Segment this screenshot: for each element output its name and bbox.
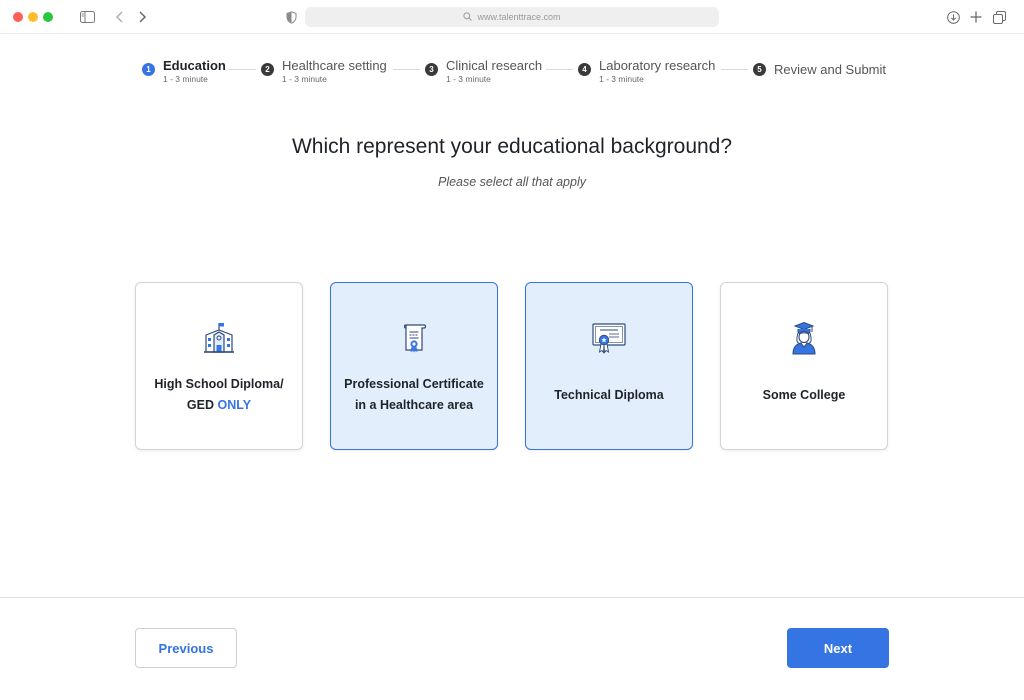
privacy-shield-icon[interactable] — [283, 9, 299, 25]
previous-button[interactable]: Previous — [135, 628, 237, 668]
diploma-award-icon — [526, 321, 692, 355]
school-building-icon — [136, 321, 302, 355]
certificate-scroll-icon — [331, 321, 497, 355]
step-duration: 1 - 3 minute — [163, 74, 208, 84]
close-window-button[interactable] — [13, 12, 23, 22]
option-label: Technical Diploma — [532, 385, 686, 406]
option-label-highlight: ONLY — [217, 398, 252, 412]
option-label-line: Some College — [762, 388, 846, 402]
graduate-student-icon — [721, 321, 887, 355]
option-label: High School Diploma/ GED ONLY — [142, 374, 296, 416]
option-some-college[interactable]: Some College — [720, 282, 888, 450]
option-technical-diploma[interactable]: Technical Diploma — [525, 282, 693, 450]
url-text: www.talenttrace.com — [477, 12, 561, 22]
option-label-text: GED — [186, 398, 218, 412]
option-label-line: Professional Certificate — [344, 377, 484, 391]
option-label: Professional Certificate in a Healthcare… — [337, 374, 491, 416]
step-number: 4 — [578, 63, 591, 76]
option-label: Some College — [727, 385, 881, 406]
download-icon[interactable] — [945, 9, 961, 25]
step-number: 3 — [425, 63, 438, 76]
step-title: Education — [163, 58, 226, 73]
step-title: Healthcare setting — [282, 58, 387, 73]
step-healthcare-setting[interactable]: 2 Healthcare setting 1 - 3 minute — [261, 58, 387, 84]
forward-arrow-icon[interactable] — [134, 9, 150, 25]
question-title: Which represent your educational backgro… — [291, 135, 733, 158]
step-duration: 1 - 3 minute — [599, 74, 644, 84]
option-label-line: High School Diploma/ — [154, 377, 284, 391]
option-high-school-diploma[interactable]: High School Diploma/ GED ONLY — [135, 282, 303, 450]
address-bar[interactable]: www.talenttrace.com — [305, 7, 719, 27]
tab-overview-icon[interactable] — [991, 9, 1007, 25]
step-title: Review and Submit — [774, 62, 886, 77]
option-label-line: GED ONLY — [142, 395, 296, 416]
question-hint: Please select all that apply — [437, 175, 586, 189]
step-title: Laboratory research — [599, 58, 716, 73]
option-professional-certificate[interactable]: Professional Certificate in a Healthcare… — [330, 282, 498, 450]
search-icon — [463, 11, 473, 23]
step-number: 2 — [261, 63, 274, 76]
maximize-window-button[interactable] — [43, 12, 53, 22]
sidebar-toggle-icon[interactable] — [79, 9, 95, 25]
step-duration: 1 - 3 minute — [446, 74, 491, 84]
step-number: 1 — [142, 63, 155, 76]
step-title: Clinical research — [446, 58, 543, 73]
back-arrow-icon[interactable] — [112, 9, 128, 25]
step-clinical-research[interactable]: 3 Clinical research 1 - 3 minute — [425, 58, 542, 84]
step-laboratory-research[interactable]: 4 Laboratory research 1 - 3 minute — [578, 58, 715, 84]
browser-toolbar: www.talenttrace.com — [0, 0, 1024, 34]
option-label-line: Technical Diploma — [554, 388, 664, 402]
progress-stepper: 1 Education 1 - 3 minute 2 Healthcare se… — [0, 58, 1024, 88]
minimize-window-button[interactable] — [28, 12, 38, 22]
option-label-line: in a Healthcare area — [354, 398, 474, 412]
step-number: 5 — [753, 63, 766, 76]
step-duration: 1 - 3 minute — [282, 74, 327, 84]
new-tab-plus-icon[interactable] — [968, 9, 984, 25]
footer-divider — [0, 597, 1024, 598]
next-button[interactable]: Next — [787, 628, 889, 668]
step-education[interactable]: 1 Education 1 - 3 minute — [142, 58, 226, 84]
step-review-submit[interactable]: 5 Review and Submit — [753, 62, 886, 77]
